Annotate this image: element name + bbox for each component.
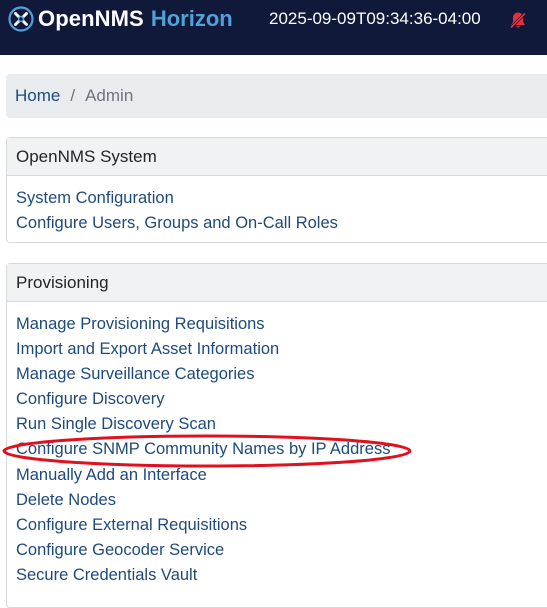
manage-requisitions-link[interactable]: Manage Provisioning Requisitions [16,312,547,337]
brand-logo[interactable]: OpenNMS Horizon [8,6,233,32]
card-title: Provisioning [7,264,547,302]
import-export-assets-link[interactable]: Import and Export Asset Information [16,337,547,362]
server-time: 2025-09-09T09:34:36-04:00 [269,9,481,28]
opennms-system-card: OpenNMS System System Configuration Conf… [6,137,547,243]
breadcrumb-current: Admin [85,86,134,105]
external-requisitions-link[interactable]: Configure External Requisitions [16,513,547,538]
brand-product: Horizon [150,6,233,31]
geocoder-service-link[interactable]: Configure Geocoder Service [16,538,547,563]
brand-name: OpenNMS [38,6,144,31]
configure-users-link[interactable]: Configure Users, Groups and On-Call Role… [16,211,547,236]
surveillance-categories-link[interactable]: Manage Surveillance Categories [16,362,547,387]
breadcrumb-home-link[interactable]: Home [15,86,60,106]
breadcrumb-separator: / [70,86,76,105]
configure-discovery-link[interactable]: Configure Discovery [16,387,547,412]
top-navbar: OpenNMS Horizon 2025-09-09T09:34:36-04:0… [0,0,547,55]
delete-nodes-link[interactable]: Delete Nodes [16,488,547,513]
system-configuration-link[interactable]: System Configuration [16,186,547,211]
opennms-logo-icon [8,6,34,32]
credentials-vault-link[interactable]: Secure Credentials Vault [16,563,547,588]
notifications-off-icon[interactable] [508,10,528,35]
breadcrumb: Home / Admin [6,74,547,118]
highlight-annotation [2,434,412,468]
card-title: OpenNMS System [7,138,547,176]
